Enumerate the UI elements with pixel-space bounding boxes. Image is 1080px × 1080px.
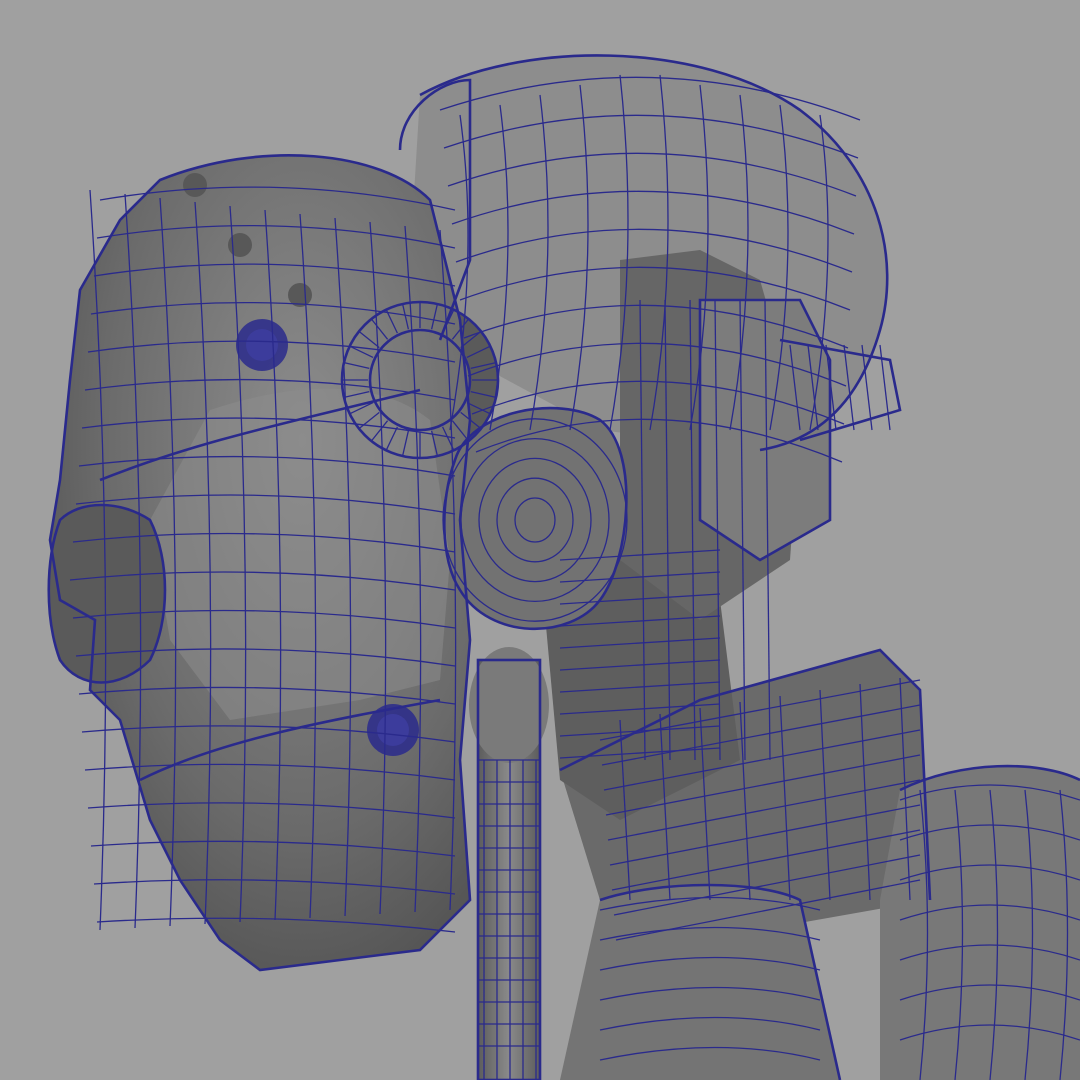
ear-module [444,408,627,629]
robot-head-wireframe-model [47,54,1080,1080]
3d-viewport[interactable] [0,0,1080,1080]
neck-piston [469,647,549,1080]
